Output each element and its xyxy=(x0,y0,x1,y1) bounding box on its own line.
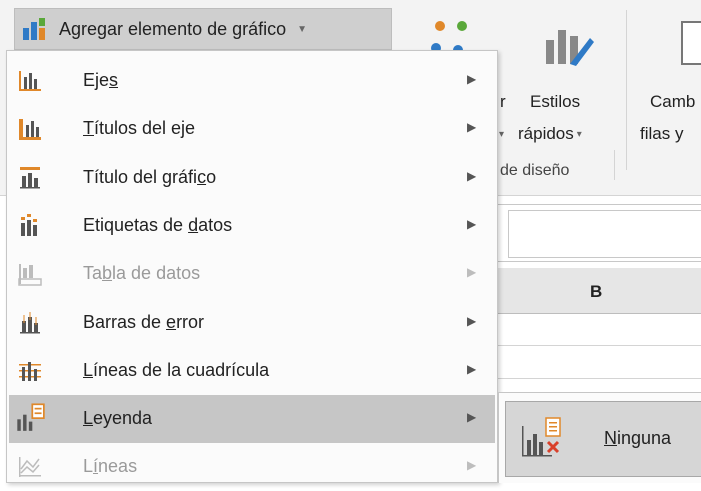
menu-item-data-table: Tabla de datos ▶ xyxy=(9,250,495,298)
styles-sub[interactable]: rápidos ▾ xyxy=(518,124,582,144)
menu-item-axes[interactable]: Ejes ▶ xyxy=(9,57,495,105)
menu-item-label: Títulos del eje xyxy=(83,118,196,138)
grid-line xyxy=(498,378,701,379)
submenu-arrow-icon: ▶ xyxy=(467,458,477,472)
add-chart-element-icon xyxy=(23,18,45,40)
error-bars-icon xyxy=(20,312,40,334)
menu-item-error-bars[interactable]: Barras de error ▶ xyxy=(9,299,495,347)
add-chart-element-button[interactable]: Agregar elemento de gráfico ▼ xyxy=(14,8,392,50)
switch-label[interactable]: Camb xyxy=(650,92,695,112)
menu-item-chart-title[interactable]: Título del gráfico ▶ xyxy=(9,154,495,202)
grid-line xyxy=(498,345,701,346)
menu-item-label: Título del gráfico xyxy=(83,167,217,187)
menu-item-label: Etiquetas de datos xyxy=(83,215,233,235)
submenu-arrow-icon: ▶ xyxy=(467,217,477,231)
chevron-down-icon: ▼ xyxy=(297,23,308,35)
chart-title-icon xyxy=(20,167,40,189)
legend-none-icon xyxy=(522,417,561,457)
data-labels-icon xyxy=(21,214,37,236)
switch-sub[interactable]: filas y xyxy=(640,124,683,144)
menu-item-data-labels[interactable]: Etiquetas de datos ▶ xyxy=(9,202,495,250)
axes-icon xyxy=(19,71,41,91)
group-divider xyxy=(614,150,615,180)
legend-none-label: Ninguna xyxy=(604,428,672,448)
menu-item-label: Leyenda xyxy=(83,408,153,428)
submenu-arrow-icon: ▶ xyxy=(467,120,477,134)
axis-titles-icon xyxy=(19,119,41,140)
submenu-arrow-icon: ▶ xyxy=(467,314,477,328)
ribbon-divider xyxy=(626,10,627,170)
add-chart-element-menu: Ejes ▶ Títulos del eje ▶ Título del gráf… xyxy=(6,50,498,483)
menu-item-label: Tabla de datos xyxy=(83,263,201,283)
menu-item-gridlines[interactable]: Líneas de la cuadrícula ▶ xyxy=(9,347,495,395)
menu-item-legend[interactable]: Leyenda ▶ xyxy=(9,395,495,443)
submenu-arrow-icon: ▶ xyxy=(467,362,477,376)
data-table-icon xyxy=(18,264,42,286)
styles-icon[interactable] xyxy=(540,20,596,70)
design-group-label: de diseño xyxy=(500,162,570,179)
legend-none-option[interactable]: Ninguna xyxy=(505,401,701,477)
legend-submenu: Ninguna xyxy=(498,392,701,483)
menu-item-label: Ejes xyxy=(83,70,119,90)
column-header-b[interactable]: B xyxy=(498,268,701,314)
submenu-arrow-icon: ▶ xyxy=(467,265,477,279)
quick-layout-label[interactable]: r xyxy=(500,92,506,112)
menu-item-label: Líneas xyxy=(83,456,138,476)
menu-item-axis-titles[interactable]: Títulos del eje ▶ xyxy=(9,105,495,153)
add-chart-element-label: Agregar elemento de gráfico xyxy=(59,18,287,39)
legend-icon xyxy=(17,403,45,431)
switch-row-column-icon[interactable] xyxy=(680,20,701,70)
lines-icon xyxy=(19,457,41,477)
submenu-arrow-icon: ▶ xyxy=(467,169,477,183)
menu-item-label: Líneas de la cuadrícula xyxy=(83,360,270,380)
gridlines-icon xyxy=(19,362,41,381)
menu-item-lines: Líneas ▶ xyxy=(9,443,495,491)
submenu-arrow-icon: ▶ xyxy=(467,72,477,86)
menu-item-label: Barras de error xyxy=(83,312,205,332)
column-header-label: B xyxy=(590,282,603,301)
styles-label[interactable]: Estilos xyxy=(530,92,580,112)
submenu-arrow-icon: ▶ xyxy=(467,410,477,424)
formula-input[interactable] xyxy=(508,210,701,258)
